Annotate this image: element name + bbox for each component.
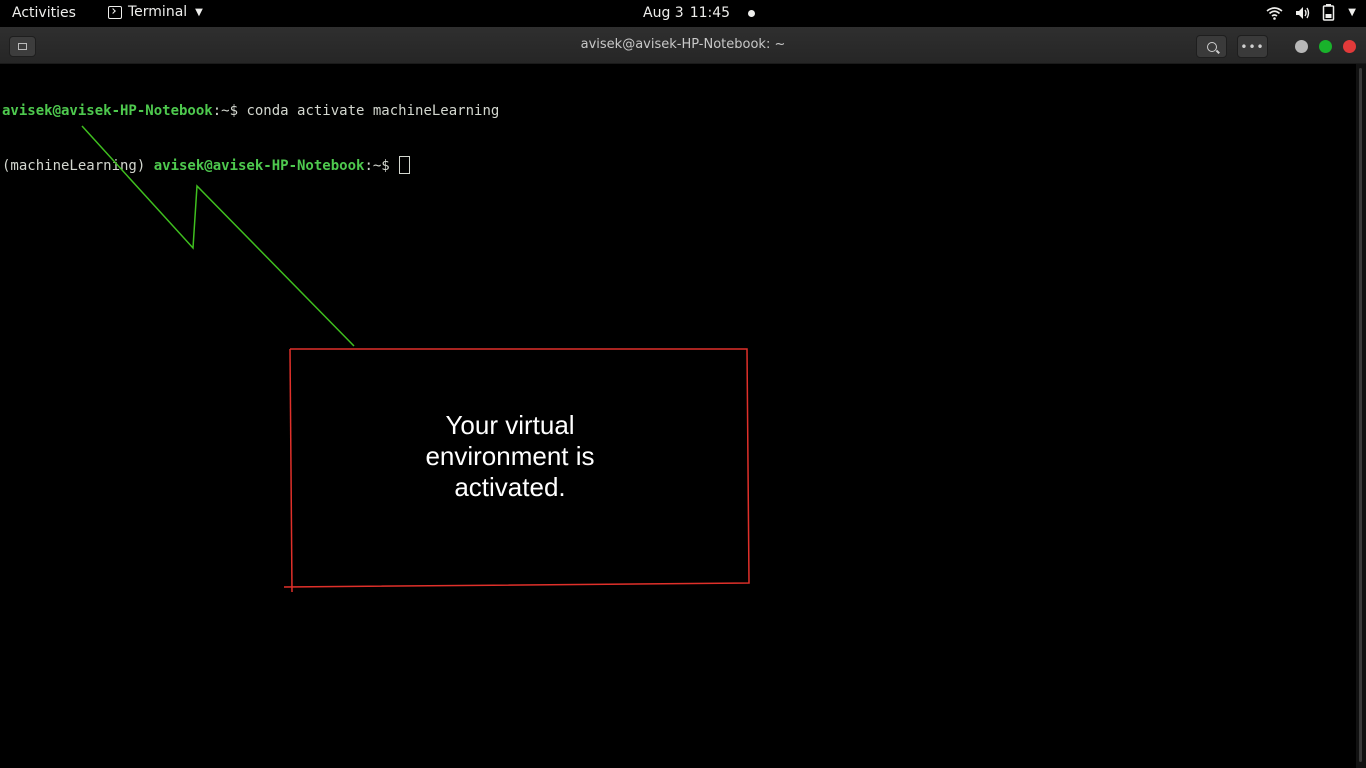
search-icon [1206, 41, 1217, 52]
typed-command: conda activate machineLearning [246, 103, 500, 119]
wifi-icon [1266, 6, 1283, 20]
system-menu-caret-icon: ▼ [1348, 7, 1356, 18]
prompt-symbol: $ [229, 103, 247, 119]
terminal-title-bar[interactable]: avisek@avisek-HP-Notebook: ~ ••• [0, 27, 1366, 64]
clock[interactable]: Aug 3 11:45 [643, 5, 756, 21]
app-menu-label: Terminal [128, 4, 188, 20]
desktop: Activities Terminal ▼ Aug 3 11:45 ▼ avis… [0, 0, 1366, 768]
text-cursor [399, 156, 411, 174]
app-menu[interactable]: Terminal ▼ [108, 4, 203, 20]
prompt-symbol: $ [381, 158, 399, 174]
clock-date: Aug 3 [643, 5, 684, 21]
close-button[interactable] [1343, 40, 1356, 53]
more-icon: ••• [1240, 39, 1265, 54]
prompt-cwd: :~ [364, 158, 382, 174]
system-tray[interactable]: ▼ [1266, 4, 1356, 21]
annotation-text: Your virtual environment is activated. [410, 410, 610, 503]
prompt-user-host: avisek@avisek-HP-Notebook [153, 158, 365, 174]
conda-env-label: (machineLearning) [2, 158, 154, 174]
minimize-button[interactable] [1295, 40, 1308, 53]
window-title: avisek@avisek-HP-Notebook: ~ [580, 37, 786, 52]
terminal-line-1: avisek@avisek-HP-Notebook:~$ conda activ… [2, 102, 1356, 120]
top-bar: Activities Terminal ▼ Aug 3 11:45 ▼ [0, 0, 1366, 27]
annotation-line-2: environment is [425, 441, 595, 471]
activities-button[interactable]: Activities [12, 5, 76, 21]
terminal-scrollbar[interactable] [1356, 64, 1366, 768]
prompt-user-host: avisek@avisek-HP-Notebook [2, 103, 213, 119]
terminal-icon [108, 5, 122, 19]
annotation-line-3: activated. [454, 472, 566, 502]
search-button[interactable] [1196, 35, 1227, 58]
clock-time: 11:45 [689, 5, 731, 21]
prompt-cwd: :~ [212, 103, 230, 119]
terminal-output[interactable]: avisek@avisek-HP-Notebook:~$ conda activ… [0, 64, 1356, 768]
hamburger-menu-button[interactable]: ••• [1237, 35, 1268, 58]
terminal-line-2: (machineLearning) avisek@avisek-HP-Noteb… [2, 156, 1356, 174]
scrollbar-track[interactable] [1359, 68, 1362, 762]
annotation-line-1: Your virtual [445, 410, 575, 440]
battery-icon [1323, 4, 1335, 21]
notification-dot-icon [748, 9, 756, 17]
caret-down-icon: ▼ [195, 6, 203, 18]
volume-icon [1296, 6, 1310, 19]
maximize-button[interactable] [1319, 40, 1332, 53]
